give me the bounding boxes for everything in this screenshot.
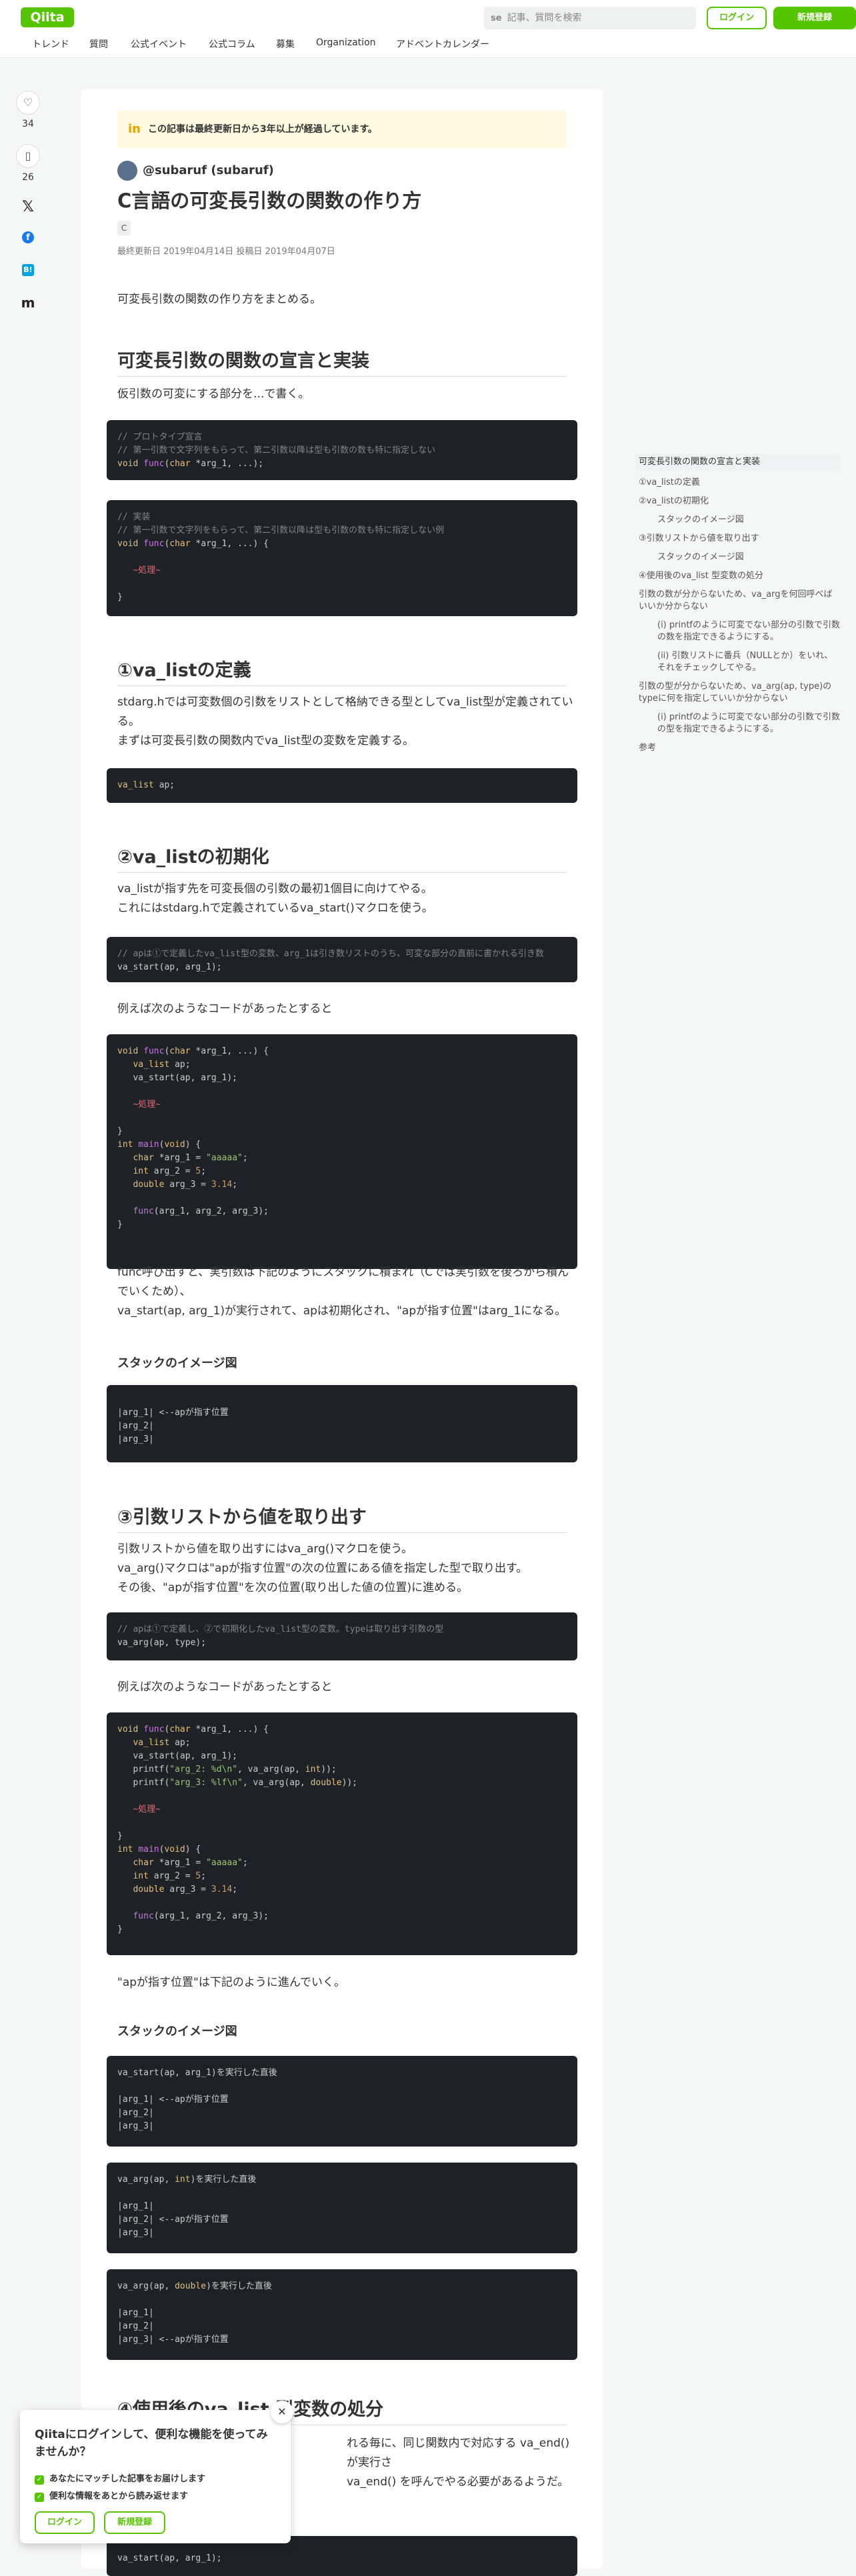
- code-block-valist[interactable]: va_list ap;: [107, 768, 577, 803]
- heart-icon[interactable]: ♡: [16, 91, 40, 115]
- facebook-share-icon[interactable]: f: [15, 231, 41, 243]
- popup-title: Qiitaにログインして、便利な機能を使ってみませんか？: [35, 2428, 268, 2459]
- valist-text-2: まずは可変長引数の関数内でva_list型の変数を定義する。: [117, 734, 414, 748]
- popup-benefit-2: ✓ 便利な情報をあとから読み返せます: [35, 2489, 188, 2502]
- bookmark-icon[interactable]: ▯: [16, 144, 40, 168]
- toc-item[interactable]: ①va_listの定義: [639, 477, 840, 489]
- toc-item[interactable]: スタックのイメージ図: [639, 514, 840, 526]
- code-block-stack-1[interactable]: |arg_1| <--apが指す位置 |arg_2| |arg_3|: [107, 1385, 577, 1462]
- x-share-icon[interactable]: 𝕏: [15, 199, 41, 215]
- toc-item[interactable]: (ii) 引数リストに番兵（NULLとか）をいれ、それをチェックしてやる。: [639, 650, 840, 674]
- code-block-example-2[interactable]: void func(char *arg_1, ...) { va_list ap…: [107, 1712, 577, 1955]
- heading-valist-init: ②va_listの初期化: [117, 842, 567, 873]
- code-block-prototype[interactable]: // プロトタイプ宣言 // 第一引数で文字列をもらって、第二引数以降は型も引数…: [107, 420, 577, 480]
- search-icon: se: [491, 13, 502, 23]
- heading-get-values: ③引数リストから値を取り出す: [117, 1502, 567, 1533]
- init-text-2: これにはstdarg.hで定義されているva_start()マクロを使う。: [117, 902, 433, 915]
- ap-moves-text: "apが指す位置"は下記のように進んでいく。: [117, 1976, 345, 1989]
- avatar[interactable]: [117, 161, 137, 181]
- more-options-icon[interactable]: m: [15, 295, 41, 311]
- valist-text-1: stdarg.hでは可変数個の引数をリストとして格納できる型としてva_list…: [117, 696, 573, 728]
- like-count: 34: [22, 119, 34, 129]
- nav-trend[interactable]: トレンド: [32, 37, 69, 51]
- signup-button[interactable]: 新規登録: [773, 7, 856, 29]
- toc-item[interactable]: ②va_listの初期化: [639, 495, 840, 507]
- get-text-3: その後、"apが指す位置"を次の位置(取り出した値の位置)に進める。: [117, 1581, 469, 1594]
- toc-item[interactable]: 可変長引数の関数の宣言と実装: [636, 454, 840, 470]
- code-block-example-1[interactable]: void func(char *arg_1, ...) { va_list ap…: [107, 1034, 577, 1269]
- heading-stack-image-1: スタックのイメージ図: [117, 1356, 237, 1370]
- info-icon: in: [128, 122, 141, 136]
- stock-action[interactable]: ▯ 26: [15, 144, 41, 183]
- author[interactable]: @subaruf (subaruf): [117, 160, 274, 181]
- heading-stack-image-2: スタックのイメージ図: [117, 2025, 237, 2039]
- search-input[interactable]: se 記事、質問を検索: [484, 7, 696, 29]
- close-icon[interactable]: ✕: [271, 2401, 293, 2423]
- main-nav: トレンド 質問 公式イベント 公式コラム 募集 Organization アドベ…: [0, 33, 856, 58]
- example-text-2: 例えば次のようなコードがあったとすると: [117, 1680, 333, 1694]
- top-bar: Qiita se 記事、質問を検索 ログイン 新規登録: [0, 0, 856, 33]
- toc-item[interactable]: (i) printfのように可変でない部分の引数で引数の数を指定できるようにする…: [639, 619, 840, 643]
- table-of-contents: 可変長引数の関数の宣言と実装 ①va_listの定義 ②va_listの初期化 スタッ…: [636, 454, 840, 761]
- toc-item[interactable]: ④使用後のva_list 型変数の処分: [639, 570, 840, 582]
- toc-item[interactable]: ③引数リストから値を取り出す: [639, 533, 840, 545]
- nav-recruit[interactable]: 募集: [276, 37, 295, 51]
- example-text-1: 例えば次のようなコードがあったとすると: [117, 1002, 333, 1016]
- toc-item[interactable]: スタックのイメージ図: [639, 551, 840, 563]
- popup-benefit-1: ✓ あなたにマッチした記事をお届けします: [35, 2471, 205, 2485]
- code-block-stack-start[interactable]: va_start(ap, arg_1)を実行した直後 |arg_1| <--ap…: [107, 2056, 577, 2147]
- hatena-share-icon[interactable]: B!: [15, 264, 41, 276]
- qiita-logo[interactable]: Qiita: [21, 7, 74, 27]
- nav-official-events[interactable]: 公式イベント: [131, 37, 187, 51]
- check-icon: ✓: [35, 2475, 44, 2485]
- code-block-vastart[interactable]: // apは①で定義したva_list型の変数、arg_1は引き数リストのうち、…: [107, 937, 577, 982]
- article-body: in この記事は最終更新日から3年以上が経過しています。 @subaruf (su…: [81, 89, 603, 2576]
- toc-item[interactable]: 参考: [639, 742, 840, 754]
- notice-text: この記事は最終更新日から3年以上が経過しています。: [148, 124, 377, 135]
- code-block-implementation[interactable]: // 実装 // 第一引数で文字列をもらって、第二引数以降は型も引数の数も特に指…: [107, 500, 577, 616]
- end-text-1: れる毎に、同じ関数内で対応する va_end() が実行さ: [347, 2437, 570, 2469]
- login-button[interactable]: ログイン: [707, 7, 767, 29]
- popup-login-button[interactable]: ログイン: [35, 2511, 95, 2534]
- toc-item[interactable]: (i) printfのように可変でない部分の引数で引数の型を指定できるようにする…: [639, 712, 840, 736]
- toc-item[interactable]: 引数の型が分からないため、va_arg(ap, type)のtypeに何を指定し…: [639, 681, 840, 705]
- login-prompt-popup: ✕ Qiitaにログインして、便利な機能を使ってみませんか？ ✓ あなたにマッチし…: [20, 2401, 293, 2543]
- article-dates: 最終更新日 2019年04月14日 投稿日 2019年04月07日: [117, 247, 335, 257]
- nav-official-columns[interactable]: 公式コラム: [209, 37, 255, 51]
- heading-declaration: 可変長引数の関数の宣言と実装: [117, 346, 567, 377]
- code-block-vaarg[interactable]: // apは①で定義し、②で初期化したva_list型の変数。typeは取り出す…: [107, 1612, 577, 1660]
- toc-item[interactable]: 引数の数が分からないため、va_argを何回呼べばいいか分からない: [639, 589, 840, 613]
- end-text-2: va_end() を呼んでやる必要があるようだ。: [347, 2475, 569, 2489]
- nav-organization[interactable]: Organization: [316, 37, 376, 48]
- call-text-1: func呼び出すと、実引数は下記のようにスタックに積まれ（Cでは実引数を後ろから…: [117, 1266, 569, 1298]
- heading-valist-definition: ①va_listの定義: [117, 656, 567, 686]
- call-text-2: va_start(ap, arg_1)が実行されて、apは初期化され、"apが指…: [117, 1304, 567, 1318]
- search-placeholder: 記事、質問を検索: [507, 13, 582, 23]
- tag-c[interactable]: C: [117, 221, 131, 235]
- code-block-stack-int[interactable]: va_arg(ap, int)を実行した直後 |arg_1| |arg_2| <…: [107, 2163, 577, 2253]
- get-text-2: va_arg()マクロは"apが指す位置"の次の位置にある値を指定した型で取り出…: [117, 1562, 528, 1575]
- get-text-1: 引数リストから値を取り出すにはva_arg()マクロを使う。: [117, 1542, 413, 1556]
- like-action[interactable]: ♡ 34: [15, 91, 41, 129]
- page-title: C言語の可変長引数の関数の作り方: [117, 189, 422, 212]
- outdated-notice: in この記事は最終更新日から3年以上が経過しています。: [117, 111, 567, 148]
- code-block-stack-double[interactable]: va_arg(ap, double)を実行した直後 |arg_1| |arg_2…: [107, 2269, 577, 2360]
- author-name[interactable]: @subaruf (subaruf): [143, 163, 274, 177]
- stock-count: 26: [22, 172, 34, 183]
- intro-text: 可変長引数の関数の作り方をまとめる。: [117, 293, 321, 306]
- nav-advent-calendar[interactable]: アドベントカレンダー: [396, 37, 489, 51]
- declaration-text: 仮引数の可変にする部分を...で書く。: [117, 387, 310, 401]
- popup-signup-button[interactable]: 新規登録: [104, 2511, 165, 2534]
- nav-questions[interactable]: 質問: [89, 37, 108, 51]
- check-icon: ✓: [35, 2493, 44, 2502]
- init-text-1: va_listが指す先を可変長個の引数の最初1個目に向けてやる。: [117, 882, 433, 896]
